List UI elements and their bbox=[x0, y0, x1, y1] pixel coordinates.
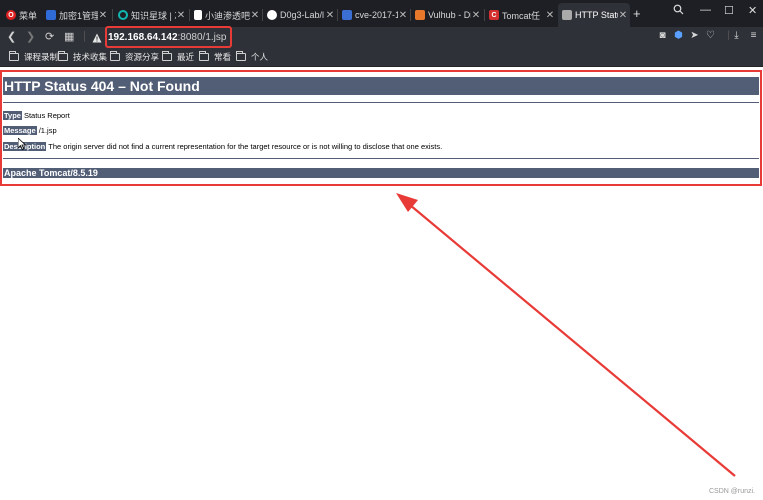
close-window-icon[interactable]: ✕ bbox=[748, 4, 757, 17]
folder-icon bbox=[236, 51, 246, 61]
tab-5[interactable]: cve-2017-1 ✕ bbox=[338, 3, 410, 27]
menu-label: 菜单 bbox=[19, 10, 38, 21]
back-icon[interactable]: ❮ bbox=[7, 30, 16, 43]
search-icon[interactable] bbox=[673, 4, 684, 18]
url-annotation-box bbox=[105, 26, 232, 48]
tab-title: Vulhub - Di bbox=[428, 10, 471, 20]
close-icon[interactable]: ✕ bbox=[398, 10, 408, 21]
folder-icon bbox=[110, 51, 120, 61]
reload-icon[interactable]: ⟳ bbox=[45, 30, 54, 43]
tab-active[interactable]: HTTP Statu ✕ bbox=[558, 3, 630, 27]
close-icon[interactable]: ✕ bbox=[176, 10, 186, 21]
close-icon[interactable]: ✕ bbox=[325, 10, 335, 21]
close-icon[interactable]: ✕ bbox=[471, 10, 481, 21]
tab-1[interactable]: 加密1管理 ✕ bbox=[42, 3, 110, 27]
tab-title: 知识星球 | 次 bbox=[131, 10, 176, 21]
bookmark-folder[interactable]: 最近 bbox=[162, 51, 194, 63]
bookmarks-bar: 课程录制 技术收集 资源分享 最近 常看 个人 bbox=[0, 48, 763, 67]
folder-icon bbox=[9, 51, 19, 61]
bookmark-folder[interactable]: 技术收集 bbox=[58, 51, 107, 63]
folder-icon bbox=[58, 51, 68, 61]
tab-7[interactable]: C Tomcat任 ✕ bbox=[485, 3, 557, 27]
page-icon bbox=[562, 10, 572, 20]
close-icon[interactable]: ✕ bbox=[250, 10, 260, 21]
document-icon bbox=[194, 10, 202, 20]
download-icon[interactable]: ⤓ bbox=[730, 30, 743, 44]
send-icon[interactable]: ➤ bbox=[688, 30, 701, 44]
close-icon[interactable]: ✕ bbox=[98, 10, 108, 21]
easy-setup-icon[interactable]: ≡ bbox=[747, 30, 760, 44]
maximize-icon[interactable]: ☐ bbox=[724, 4, 734, 17]
tab-title: HTTP Statu bbox=[575, 10, 618, 20]
tab-2[interactable]: 知识星球 | 次 ✕ bbox=[114, 3, 188, 27]
warning-icon bbox=[92, 33, 102, 42]
github-icon bbox=[267, 10, 277, 20]
tab-title: cve-2017-1 bbox=[355, 10, 398, 20]
opera-logo-icon: O bbox=[6, 10, 16, 20]
tab-title: D0g3-Lab/l bbox=[280, 10, 325, 20]
planet-icon bbox=[118, 10, 128, 20]
bookmark-folder[interactable]: 个人 bbox=[236, 51, 268, 63]
close-icon[interactable]: ✕ bbox=[545, 10, 555, 21]
vulhub-icon bbox=[415, 10, 425, 20]
speed-dial-icon[interactable]: ▦ bbox=[64, 30, 74, 43]
new-tab-button[interactable]: + bbox=[633, 6, 641, 21]
tab-4[interactable]: D0g3-Lab/l ✕ bbox=[263, 3, 337, 27]
shield-icon[interactable]: ⬢ bbox=[672, 30, 685, 44]
watermark: CSDN @runzi. bbox=[708, 488, 755, 495]
tab-3[interactable]: 小迪渗透吧 ✕ bbox=[190, 3, 262, 27]
minimize-icon[interactable]: — bbox=[700, 4, 711, 16]
csdn-icon: C bbox=[489, 10, 499, 20]
folder-icon bbox=[199, 51, 209, 61]
cloud-icon bbox=[342, 10, 352, 20]
tab-strip: O 菜单 加密1管理 ✕ 知识星球 | 次 ✕ 小迪渗透吧 ✕ D0g3-Lab… bbox=[0, 0, 763, 27]
bookmark-folder[interactable]: 课程录制 bbox=[9, 51, 58, 63]
menu-button[interactable]: O 菜单 bbox=[2, 3, 38, 27]
forward-icon[interactable]: ❯ bbox=[26, 30, 35, 43]
mouse-cursor-icon bbox=[18, 138, 27, 150]
folder-icon bbox=[162, 51, 172, 61]
tab-title: 加密1管理 bbox=[59, 10, 98, 21]
bookmark-folder[interactable]: 常看 bbox=[199, 51, 231, 63]
tab-title: Tomcat任 bbox=[502, 10, 541, 21]
divider: | bbox=[83, 30, 86, 42]
page-icon bbox=[46, 10, 56, 20]
heart-icon[interactable]: ♡ bbox=[704, 30, 717, 44]
tab-title: 小迪渗透吧 bbox=[205, 10, 250, 21]
bookmark-folder[interactable]: 资源分享 bbox=[110, 51, 159, 63]
camera-icon[interactable]: ◙ bbox=[656, 30, 669, 44]
content-annotation-box bbox=[0, 70, 762, 186]
page-content: HTTP Status 404 – Not Found Type Status … bbox=[0, 67, 763, 500]
close-icon[interactable]: ✕ bbox=[618, 10, 628, 21]
tab-6[interactable]: Vulhub - Di ✕ bbox=[411, 3, 483, 27]
